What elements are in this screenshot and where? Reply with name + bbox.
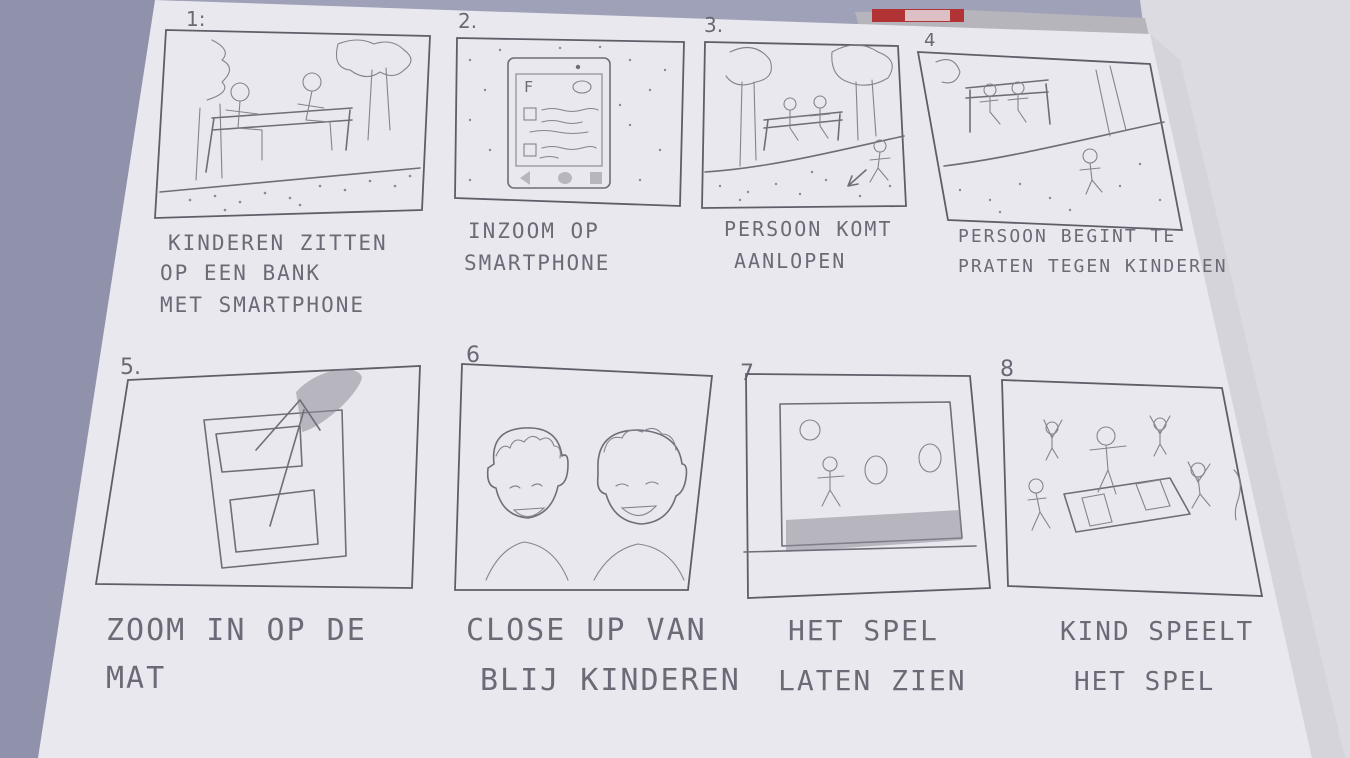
panel-5-caption-line-1: ZOOM IN OP DE <box>106 613 367 648</box>
panel-2-phone-camera <box>575 64 581 70</box>
panel-8-number: 8 <box>1000 357 1014 382</box>
panel-5-caption-line-2: MAT <box>106 661 166 696</box>
panel-2-caption-line-1: INZOOM OP <box>468 219 600 243</box>
book-spine-label <box>905 10 950 21</box>
panel-4-caption-line-2: PRATEN TEGEN KINDEREN <box>958 256 1228 277</box>
panel-6-caption-line-1: CLOSE UP VAN <box>466 613 707 648</box>
storyboard-sheet: 1: KINDEREN ZITTEN OP EEN BANK MET SMART… <box>0 0 1350 758</box>
panel-7-caption-line-1: HET SPEL <box>788 614 939 647</box>
panel-8-caption-line-2: HET SPEL <box>1074 667 1215 697</box>
panel-5-number: 5. <box>120 355 141 380</box>
panel-1-caption-line-2: OP EEN BANK <box>160 261 321 285</box>
panel-8-caption-line-1: KIND SPEELT <box>1060 617 1254 647</box>
panel-1-number: 1: <box>186 7 205 31</box>
panel-2-number: 2. <box>458 9 477 33</box>
panel-7-caption-line-2: LATEN ZIEN <box>778 664 967 697</box>
panel-4-number: 4 <box>924 30 935 51</box>
panel-2-caption-line-2: SMARTPHONE <box>464 251 610 275</box>
panel-1-caption-line-1: KINDEREN ZITTEN <box>168 231 388 255</box>
panel-3-number: 3. <box>704 13 723 37</box>
panel-1-caption-line-3: MET SMARTPHONE <box>160 293 365 317</box>
panel-2-phone-letter: F <box>524 78 535 96</box>
panel-3-caption-line-1: PERSOON KOMT <box>724 217 893 241</box>
panel-4-caption-line-1: PERSOON BEGINT TE <box>958 226 1176 247</box>
panel-3-caption-line-2: AANLOPEN <box>734 249 846 273</box>
storyboard-photo: 1: KINDEREN ZITTEN OP EEN BANK MET SMART… <box>0 0 1350 758</box>
panel-6-caption-line-2: BLIJ KINDEREN <box>480 663 741 698</box>
